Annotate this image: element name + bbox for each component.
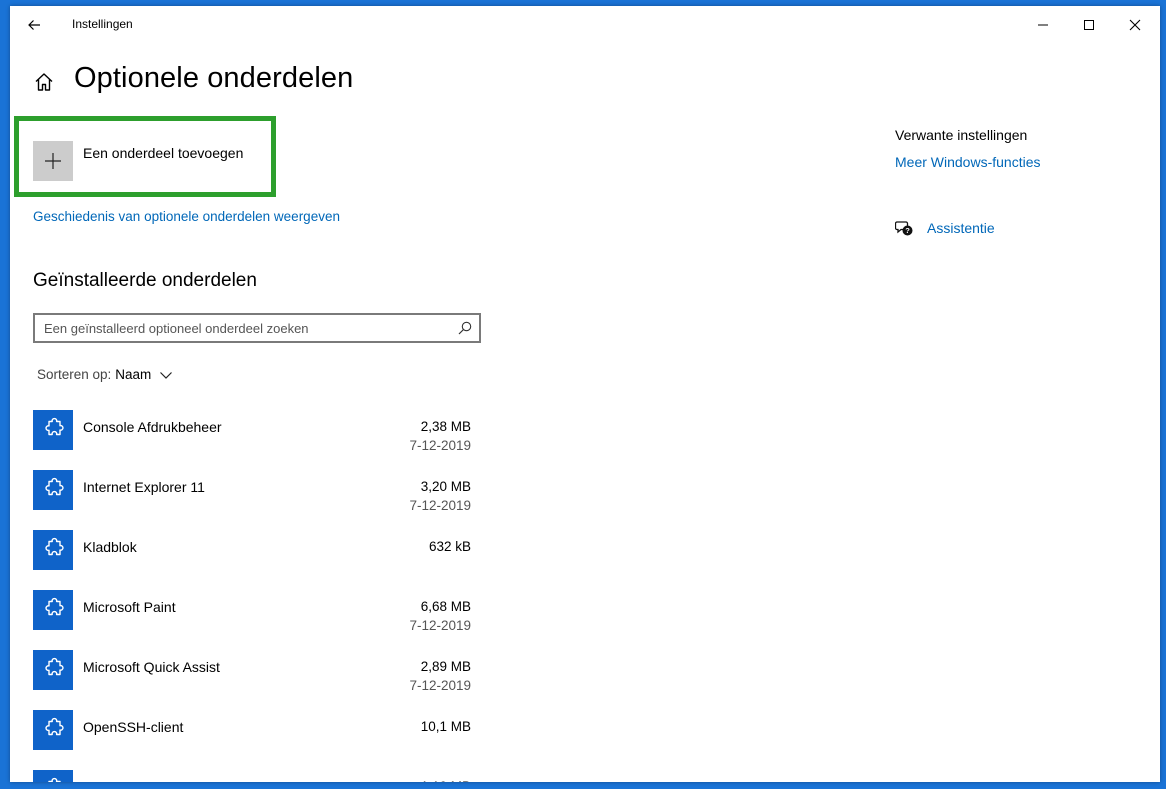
related-settings-title: Verwante instellingen — [895, 127, 1028, 143]
title-bar: Instellingen — [10, 6, 1160, 44]
list-item[interactable]: OpenSSH-client 10,1 MB — [33, 706, 483, 766]
component-tile — [33, 470, 73, 510]
item-date: 7-12-2019 — [409, 438, 471, 453]
component-tile — [33, 770, 73, 782]
page-title: Optionele onderdelen — [74, 62, 354, 94]
item-date: 7-12-2019 — [409, 618, 471, 633]
list-item[interactable]: Console Afdrukbeheer 2,38 MB 7-12-2019 — [33, 406, 483, 466]
minimize-icon — [1038, 24, 1048, 26]
window-title: Instellingen — [72, 17, 133, 31]
item-size: 2,38 MB — [420, 419, 471, 434]
item-name: Kladblok — [83, 539, 137, 555]
puzzle-icon — [45, 717, 64, 736]
item-name: Internet Explorer 11 — [83, 479, 205, 495]
chevron-down-icon — [160, 371, 173, 379]
search-input[interactable] — [44, 315, 444, 341]
item-name: Microsoft Paint — [83, 599, 176, 615]
item-size: 2,89 MB — [420, 659, 471, 674]
installed-section-title: Geïnstalleerde onderdelen — [33, 270, 257, 291]
item-size: 632 kB — [428, 539, 471, 554]
add-component-button[interactable]: Een onderdeel toevoegen — [33, 141, 278, 183]
svg-text:?: ? — [905, 226, 910, 235]
component-tile — [33, 410, 73, 450]
help-label: Assistentie — [927, 220, 995, 236]
item-date: 7-12-2019 — [409, 678, 471, 693]
back-arrow-icon — [28, 20, 40, 30]
close-button[interactable] — [1112, 6, 1158, 44]
item-size: 6,68 MB — [420, 599, 471, 614]
item-size: 3,20 MB — [420, 479, 471, 494]
maximize-icon — [1084, 20, 1094, 30]
back-button[interactable] — [20, 11, 48, 39]
item-size: 10,1 MB — [420, 719, 471, 734]
list-item[interactable]: Microsoft Quick Assist 2,89 MB 7-12-2019 — [33, 646, 483, 706]
sort-dropdown[interactable]: Sorteren op: Naam — [37, 367, 173, 382]
history-link[interactable]: Geschiedenis van optionele onderdelen we… — [33, 209, 340, 224]
sort-label: Sorteren op: — [37, 367, 112, 382]
close-icon — [1129, 19, 1141, 31]
component-tile — [33, 590, 73, 630]
puzzle-icon — [48, 777, 61, 782]
puzzle-icon — [45, 597, 64, 616]
list-item[interactable]: Microsoft Paint 6,68 MB 7-12-2019 — [33, 586, 483, 646]
item-name: Microsoft Quick Assist — [83, 659, 220, 675]
list-item[interactable]: Kladblok 632 kB — [33, 526, 483, 586]
component-tile — [33, 530, 73, 570]
list-item[interactable]: Internet Explorer 11 3,20 MB 7-12-2019 — [33, 466, 483, 526]
component-tile — [33, 710, 73, 750]
maximize-button[interactable] — [1066, 6, 1112, 44]
home-button[interactable] — [32, 70, 56, 94]
list-item[interactable]: Stappenbeschrijving 1,19 MB — [33, 766, 483, 782]
puzzle-icon — [45, 657, 64, 676]
minimize-button[interactable] — [1020, 6, 1066, 44]
puzzle-icon — [45, 417, 64, 436]
search-box — [33, 313, 481, 343]
related-settings-link[interactable]: Meer Windows-functies — [895, 154, 1041, 170]
add-component-label: Een onderdeel toevoegen — [83, 145, 244, 161]
item-size: 1,19 MB — [421, 779, 471, 782]
puzzle-icon — [45, 537, 64, 556]
home-icon — [35, 73, 53, 91]
item-date: 7-12-2019 — [409, 498, 471, 513]
component-tile — [33, 650, 73, 690]
item-name: Stappenbeschrijving — [83, 779, 209, 782]
plus-tile — [33, 141, 73, 181]
item-name: OpenSSH-client — [83, 719, 184, 735]
chat-help-icon: ? — [895, 221, 913, 236]
item-name: Console Afdrukbeheer — [83, 419, 222, 435]
sort-value: Naam — [115, 367, 152, 382]
help-link[interactable]: ? Assistentie — [895, 219, 995, 237]
settings-window: Instellingen Optionele onderdelen Een on… — [10, 6, 1160, 782]
puzzle-icon — [45, 477, 64, 496]
plus-icon — [45, 153, 61, 169]
installed-list: Console Afdrukbeheer 2,38 MB 7-12-2019 Inte… — [33, 406, 483, 782]
search-icon[interactable] — [458, 321, 472, 335]
